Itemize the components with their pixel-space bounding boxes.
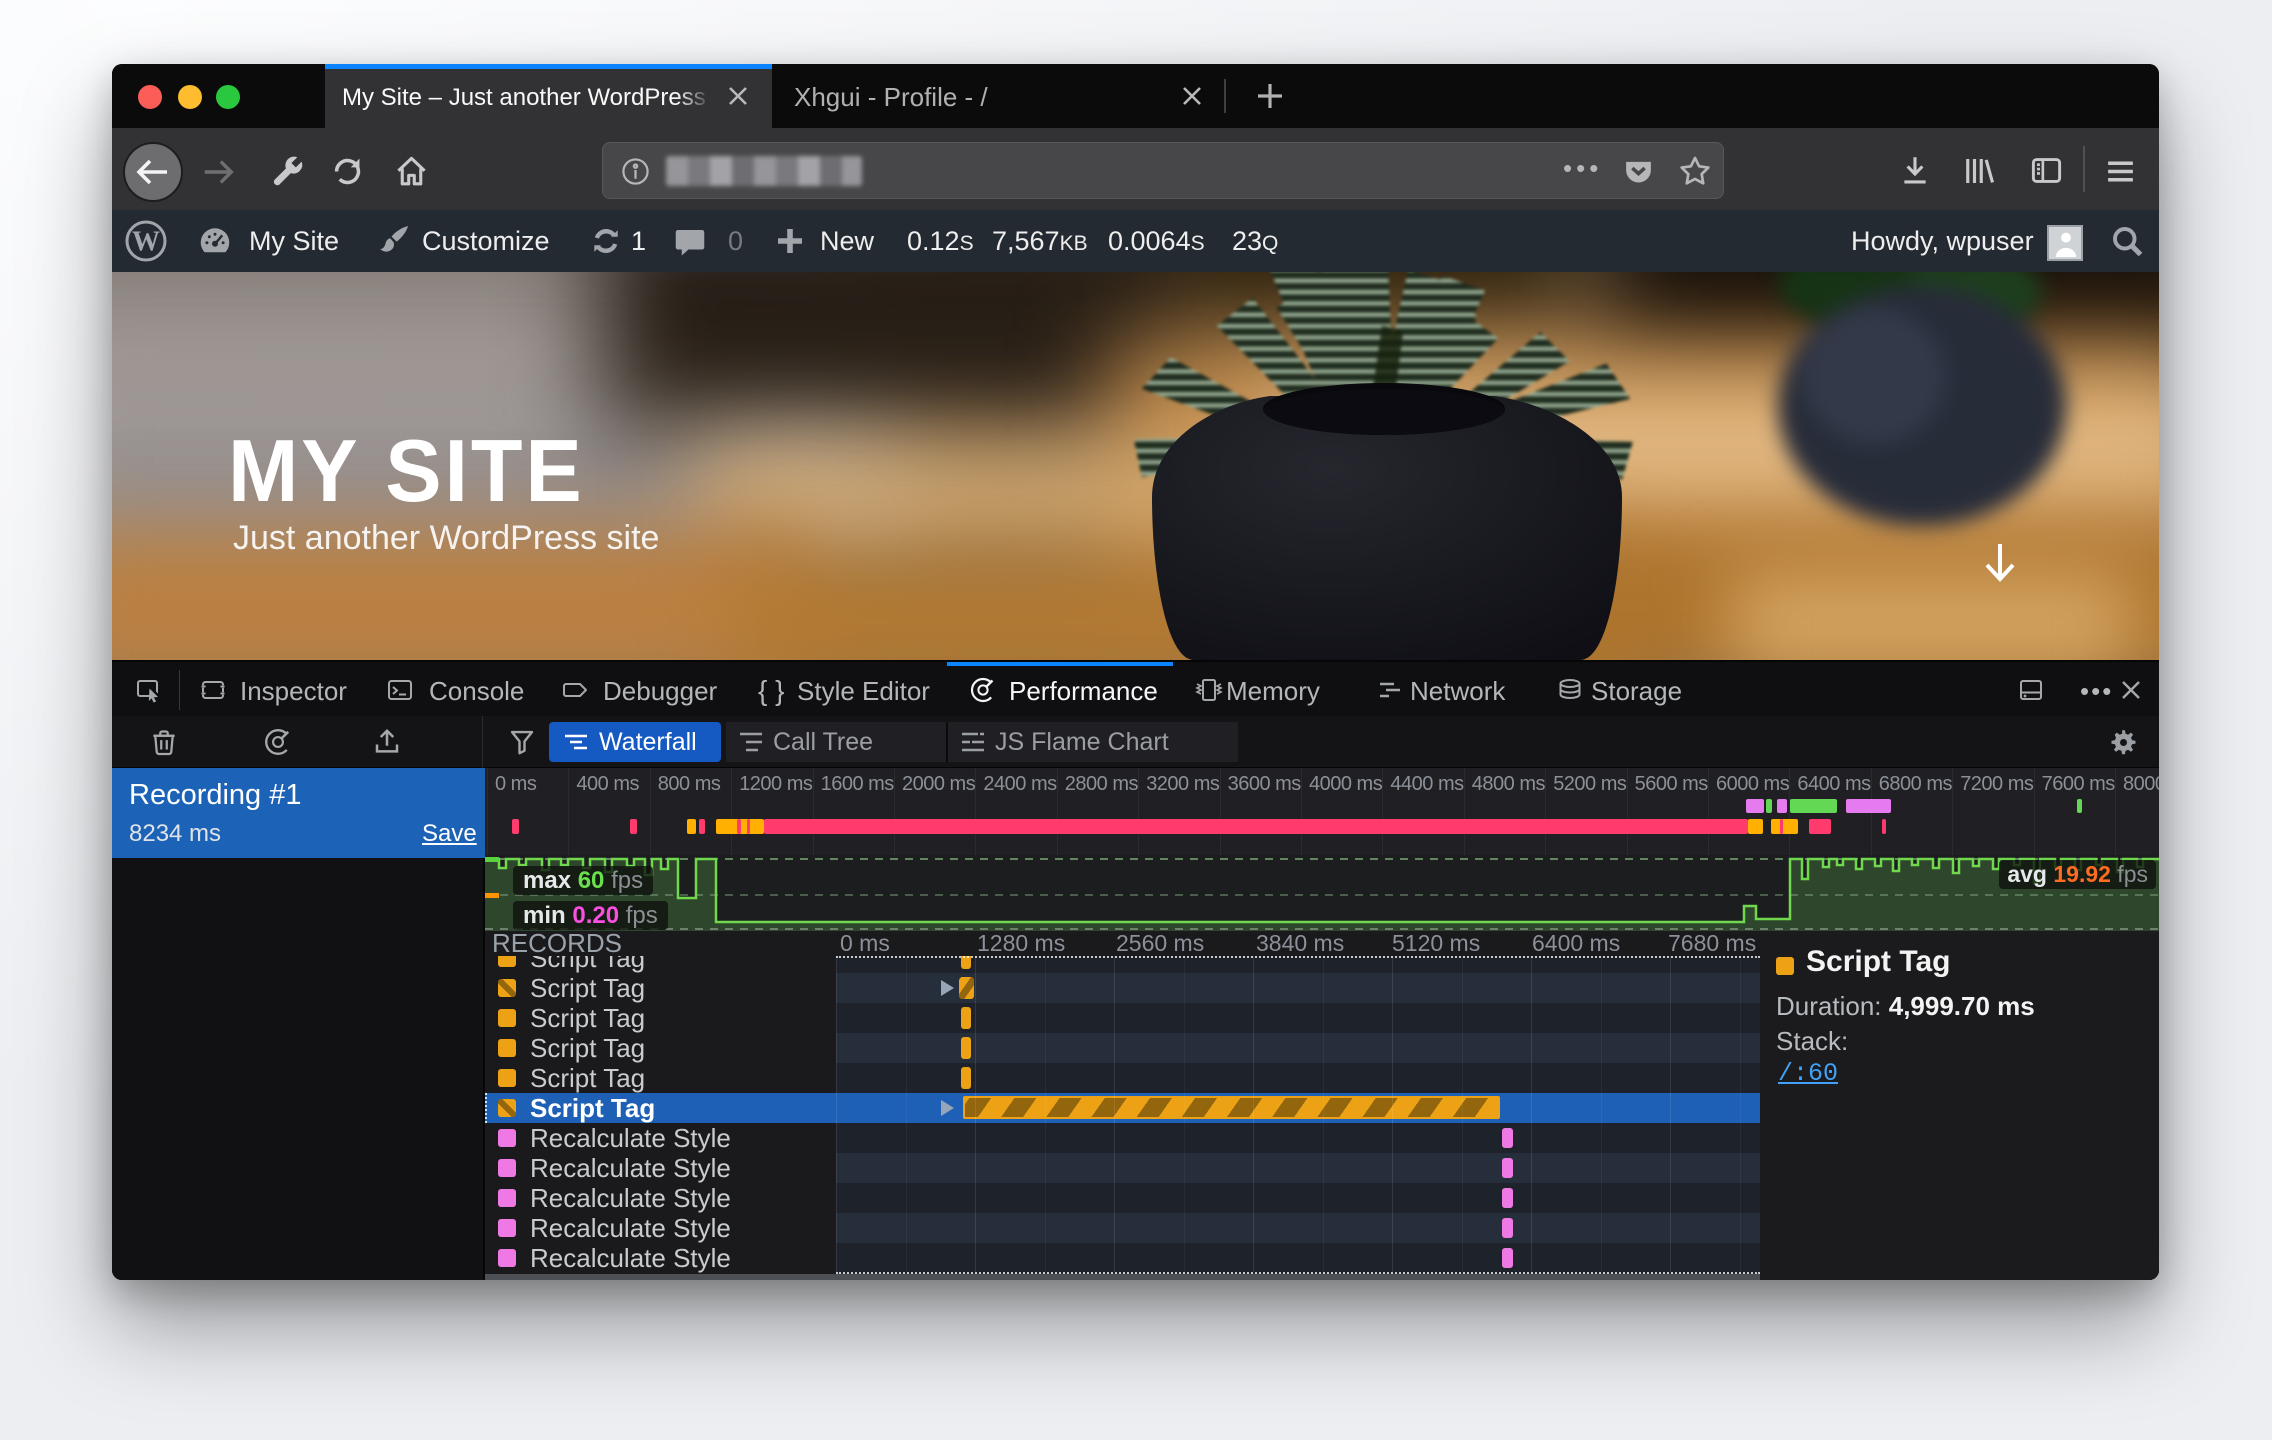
svg-text:W: W — [132, 227, 160, 258]
